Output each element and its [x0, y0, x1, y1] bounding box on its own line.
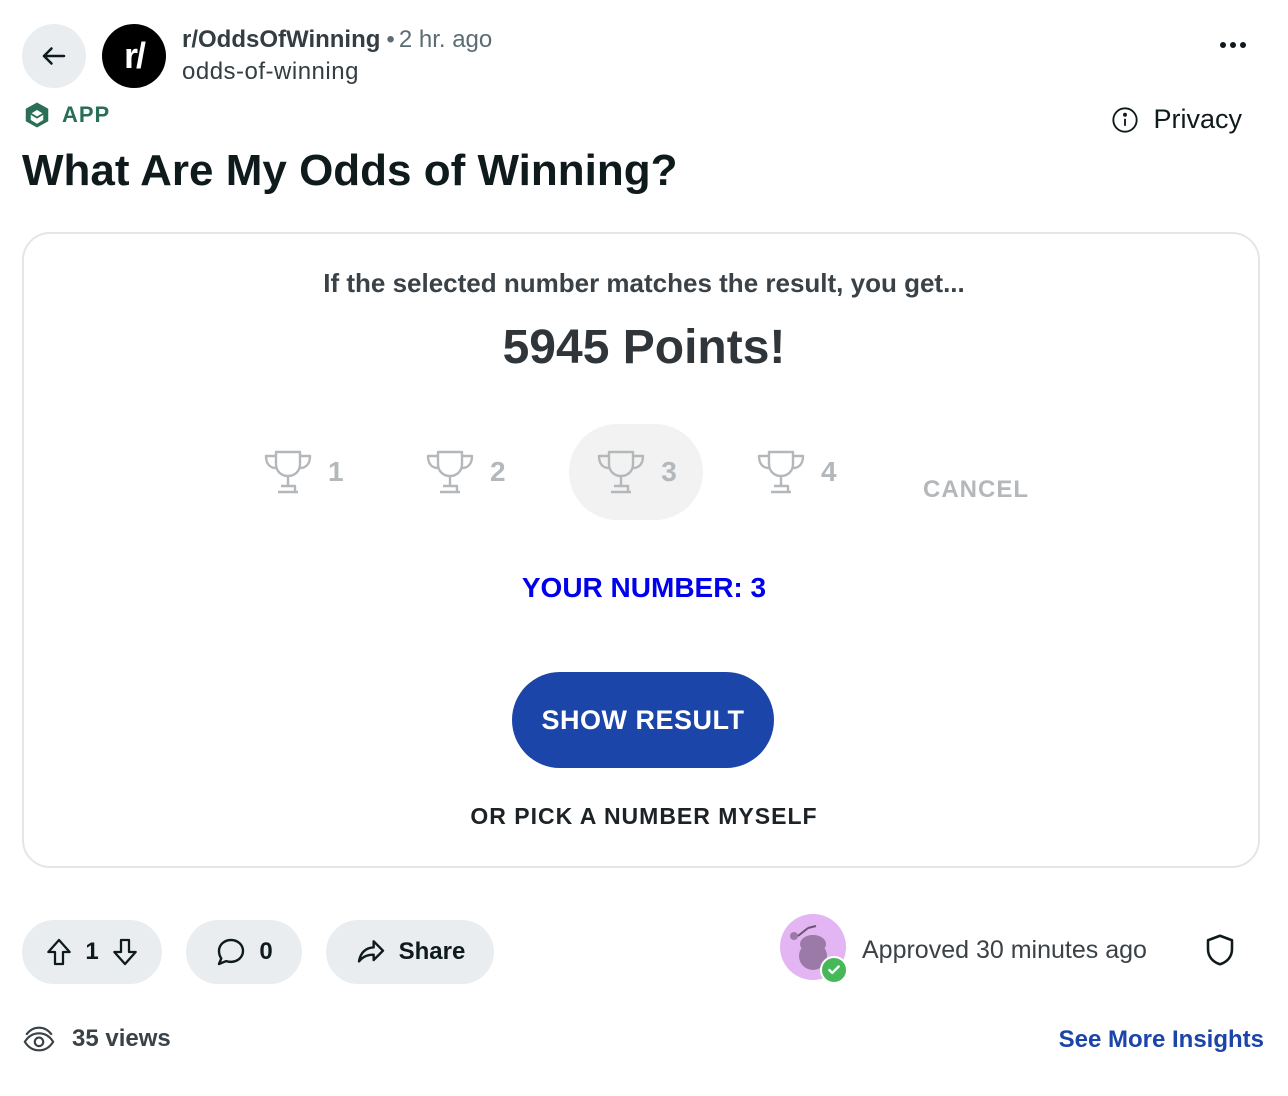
cube-icon [25, 102, 49, 128]
eye-icon [23, 1026, 55, 1052]
author-username[interactable]: odds-of-winning [182, 58, 359, 86]
comment-icon [218, 938, 245, 966]
intro-text: If the selected number matches the resul… [323, 268, 965, 298]
arrow-left-icon [42, 47, 66, 65]
trophy-icon [598, 450, 645, 494]
points-value: 5945 Points! [502, 321, 786, 374]
back-button[interactable] [22, 24, 86, 88]
separator-dot: • [386, 26, 395, 53]
post-title: What Are My Odds of Winning? [22, 146, 678, 195]
option-4-label: 4 [821, 456, 837, 487]
vote-control: 1 [22, 920, 162, 984]
approved-status: Approved 30 minutes ago [862, 936, 1147, 964]
mod-shield-icon[interactable] [1202, 932, 1238, 973]
trophy-icon [426, 450, 474, 494]
info-icon [1112, 106, 1139, 133]
option-1-button[interactable]: 1 [262, 424, 344, 520]
option-3-label: 3 [661, 456, 677, 487]
option-3-button[interactable]: 3 [569, 424, 703, 520]
subreddit-name-row: r/OddsOfWinning • 2 hr. ago [182, 26, 492, 54]
downvote-icon[interactable] [109, 936, 141, 968]
views-stat: 35 views [22, 1022, 171, 1056]
privacy-link[interactable]: Privacy [1111, 104, 1242, 135]
post-time: 2 hr. ago [398, 26, 493, 53]
views-count: 35 views [72, 1025, 171, 1052]
vote-count: 1 [85, 938, 99, 965]
trophy-icon [264, 450, 312, 494]
verified-check-icon [820, 956, 848, 984]
cancel-button[interactable]: CANCEL [923, 476, 1029, 504]
share-button[interactable]: Share [326, 920, 494, 984]
share-icon [357, 940, 384, 963]
subreddit-name[interactable]: r/OddsOfWinning [182, 26, 380, 53]
pick-number-myself-link[interactable]: OR PICK A NUMBER MYSELF [0, 803, 1288, 830]
privacy-label: Privacy [1153, 104, 1242, 134]
trophy-icon [757, 450, 805, 494]
comment-count: 0 [259, 938, 273, 965]
upvote-icon[interactable] [43, 936, 75, 968]
option-4-button[interactable]: 4 [755, 424, 837, 520]
see-more-insights-link[interactable]: See More Insights [1059, 1026, 1264, 1054]
option-1-label: 1 [328, 456, 344, 487]
moderator-avatar[interactable] [780, 914, 848, 984]
your-number-text: YOUR NUMBER: 3 [521, 572, 767, 603]
app-badge: APP [22, 100, 110, 130]
comments-button[interactable]: 0 [186, 920, 302, 984]
option-2-label: 2 [490, 456, 506, 487]
more-options-icon[interactable] [1220, 42, 1246, 48]
share-label: Share [398, 938, 466, 965]
option-2-button[interactable]: 2 [424, 424, 506, 520]
app-badge-label: APP [62, 102, 111, 127]
show-result-button[interactable]: SHOW RESULT [512, 672, 774, 768]
subreddit-avatar[interactable]: r/ [102, 24, 166, 88]
